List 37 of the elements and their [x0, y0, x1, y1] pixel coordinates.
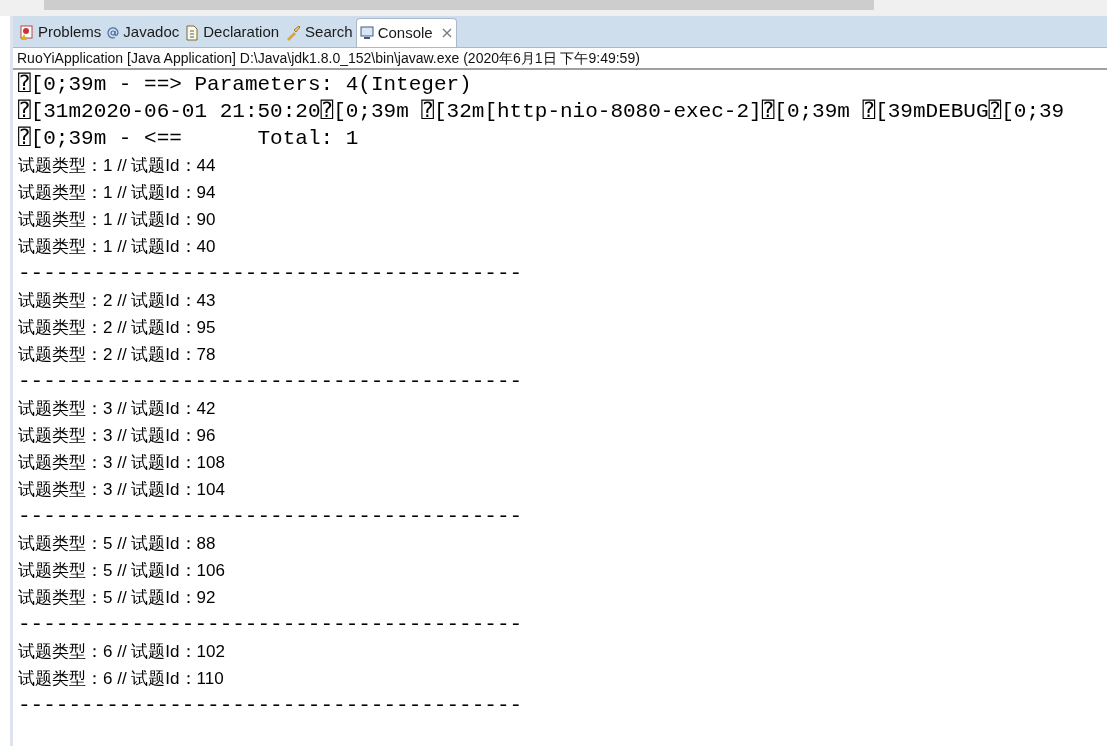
console-line: 试题类型：1 // 试题Id：40 [18, 236, 217, 258]
console-line: 试题类型：1 // 试题Id：90 [18, 209, 217, 231]
console-line: ⍰[0;39m - ==> Parameters: 4(Integer) [18, 71, 473, 98]
console-line: 试题类型：3 // 试题Id：96 [18, 425, 217, 447]
console-line: 试题类型：1 // 试题Id：94 [18, 182, 217, 204]
view-tab[interactable]: Search [282, 18, 356, 47]
console-line: 试题类型：3 // 试题Id：108 [18, 452, 226, 474]
console-line: 试题类型：2 // 试题Id：78 [18, 344, 217, 366]
scrollbar-thumb[interactable] [44, 0, 874, 10]
close-icon[interactable] [440, 27, 453, 39]
console-line: 试题类型：6 // 试题Id：110 [18, 668, 225, 690]
console-line: ⍰[31m2020-06-01 21:50:20⍰[0;39m ⍰[32m[http-nio-8080-exec-2]⍰[0;39m ⍰[39mDEBUG⍰[0;39 [18, 98, 1066, 125]
console-line: 试题类型：2 // 试题Id：95 [18, 317, 217, 339]
console-line: ⍰[0;39m - <== Total: 1 [18, 125, 360, 152]
view-tab[interactable]: Problems [17, 18, 105, 47]
console-line: 试题类型：1 // 试题Id：44 [18, 155, 217, 177]
problems-icon [20, 24, 34, 41]
console-line: 试题类型：6 // 试题Id：102 [18, 641, 226, 663]
console-line: ---------------------------------------- [18, 504, 524, 530]
view-tab[interactable]: Declaration [182, 18, 283, 47]
console-line: ---------------------------------------- [18, 693, 524, 719]
console-line: 试题类型：3 // 试题Id：42 [18, 398, 217, 420]
flashlight-icon [285, 24, 302, 41]
console-line: ---------------------------------------- [18, 612, 524, 638]
view-tab[interactable]: Javadoc [104, 18, 183, 47]
view-tab[interactable]: Console [355, 18, 457, 47]
console-line: 试题类型：5 // 试题Id：88 [18, 533, 217, 555]
console-line: 试题类型：2 // 试题Id：43 [18, 290, 217, 312]
at-sign-icon [107, 26, 120, 39]
console-line: ---------------------------------------- [18, 369, 524, 395]
console-title: RuoYiApplication [Java Application] D:\Java\jdk1.8.0_152\bin\javaw.exe (2020年6月1日 下午9:49:59) [13, 48, 1107, 70]
monitor-icon [359, 26, 374, 40]
console-line: 试题类型：5 // 试题Id：106 [18, 560, 226, 582]
console-line: 试题类型：3 // 试题Id：104 [18, 479, 226, 501]
console-line: 试题类型：5 // 试题Id：92 [18, 587, 217, 609]
document-icon [185, 24, 200, 41]
console-line: ---------------------------------------- [18, 261, 524, 287]
